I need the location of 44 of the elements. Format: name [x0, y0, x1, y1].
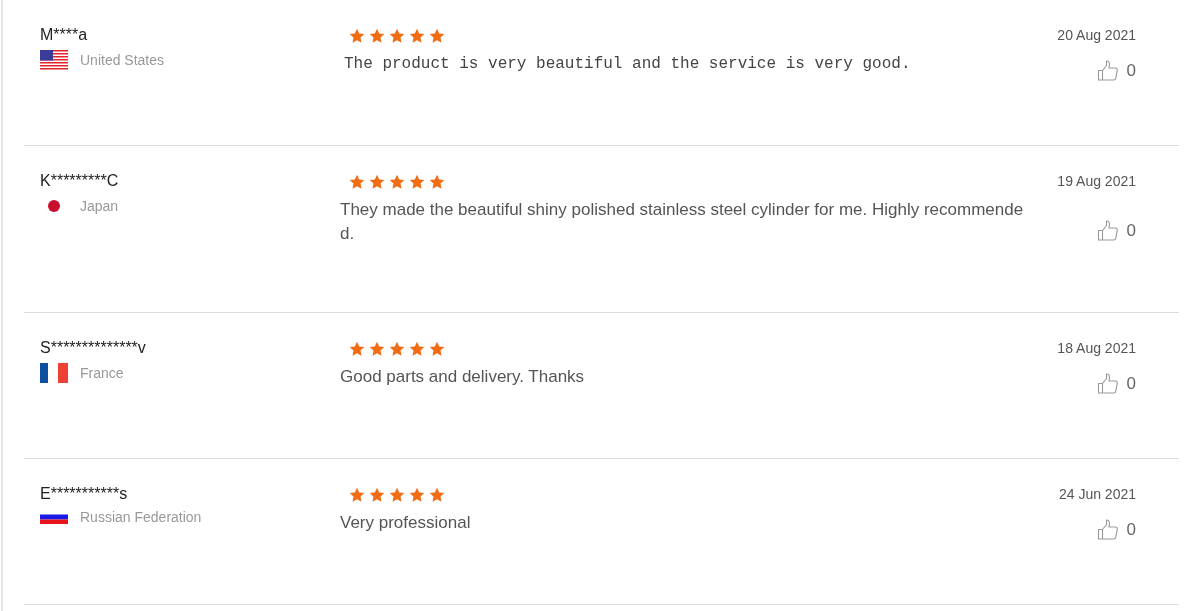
star-icon [369, 28, 385, 44]
country-name: France [80, 365, 124, 381]
review-text: Good parts and delivery. Thanks [340, 366, 586, 388]
review-date: 24 Jun 2021 [1058, 485, 1136, 503]
thumbs-up-icon [1096, 519, 1119, 541]
star-icon [389, 174, 405, 190]
star-icon [349, 487, 365, 503]
reviewer-name: M****a [40, 25, 89, 45]
star-icon [429, 341, 445, 357]
star-icon [349, 28, 365, 44]
like-button[interactable]: 0 [1096, 220, 1136, 242]
review-date: 20 Aug 2021 [1057, 26, 1136, 44]
star-icon [429, 28, 445, 44]
like-button[interactable]: 0 [1096, 373, 1136, 395]
thumbs-up-icon [1096, 373, 1119, 395]
review-text: Very professional [340, 512, 472, 534]
star-icon [389, 487, 405, 503]
reviewer-name: K*********C [40, 171, 120, 191]
star-icon [369, 341, 385, 357]
star-icon [409, 28, 425, 44]
star-icon [429, 487, 445, 503]
star-icon [429, 174, 445, 190]
like-button[interactable]: 0 [1096, 519, 1136, 541]
review-text: They made the beautiful shiny polished stainless steel cylinder for me. Highly recommended. [340, 199, 1025, 245]
country-name: Japan [80, 198, 119, 214]
star-icon [409, 174, 425, 190]
star-icon [369, 174, 385, 190]
star-icon [409, 341, 425, 357]
review-date: 18 Aug 2021 [1057, 339, 1136, 357]
thumbs-up-icon [1096, 220, 1119, 242]
star-icon [369, 487, 385, 503]
review-text: The product is very beautiful and the service is very good. [344, 54, 912, 75]
review-date: 19 Aug 2021 [1057, 172, 1136, 190]
thumbs-up-icon [1096, 60, 1119, 82]
star-icon [349, 341, 365, 357]
star-icon [349, 174, 365, 190]
reviewer-name: S**************v [40, 338, 147, 358]
like-button[interactable]: 0 [1096, 60, 1136, 82]
star-icon [389, 341, 405, 357]
star-icon [409, 487, 425, 503]
country-name: Russian Federation [80, 509, 202, 525]
star-icon [389, 28, 405, 44]
country-name: United States [80, 52, 165, 68]
reviewer-name: E***********s [40, 484, 129, 504]
